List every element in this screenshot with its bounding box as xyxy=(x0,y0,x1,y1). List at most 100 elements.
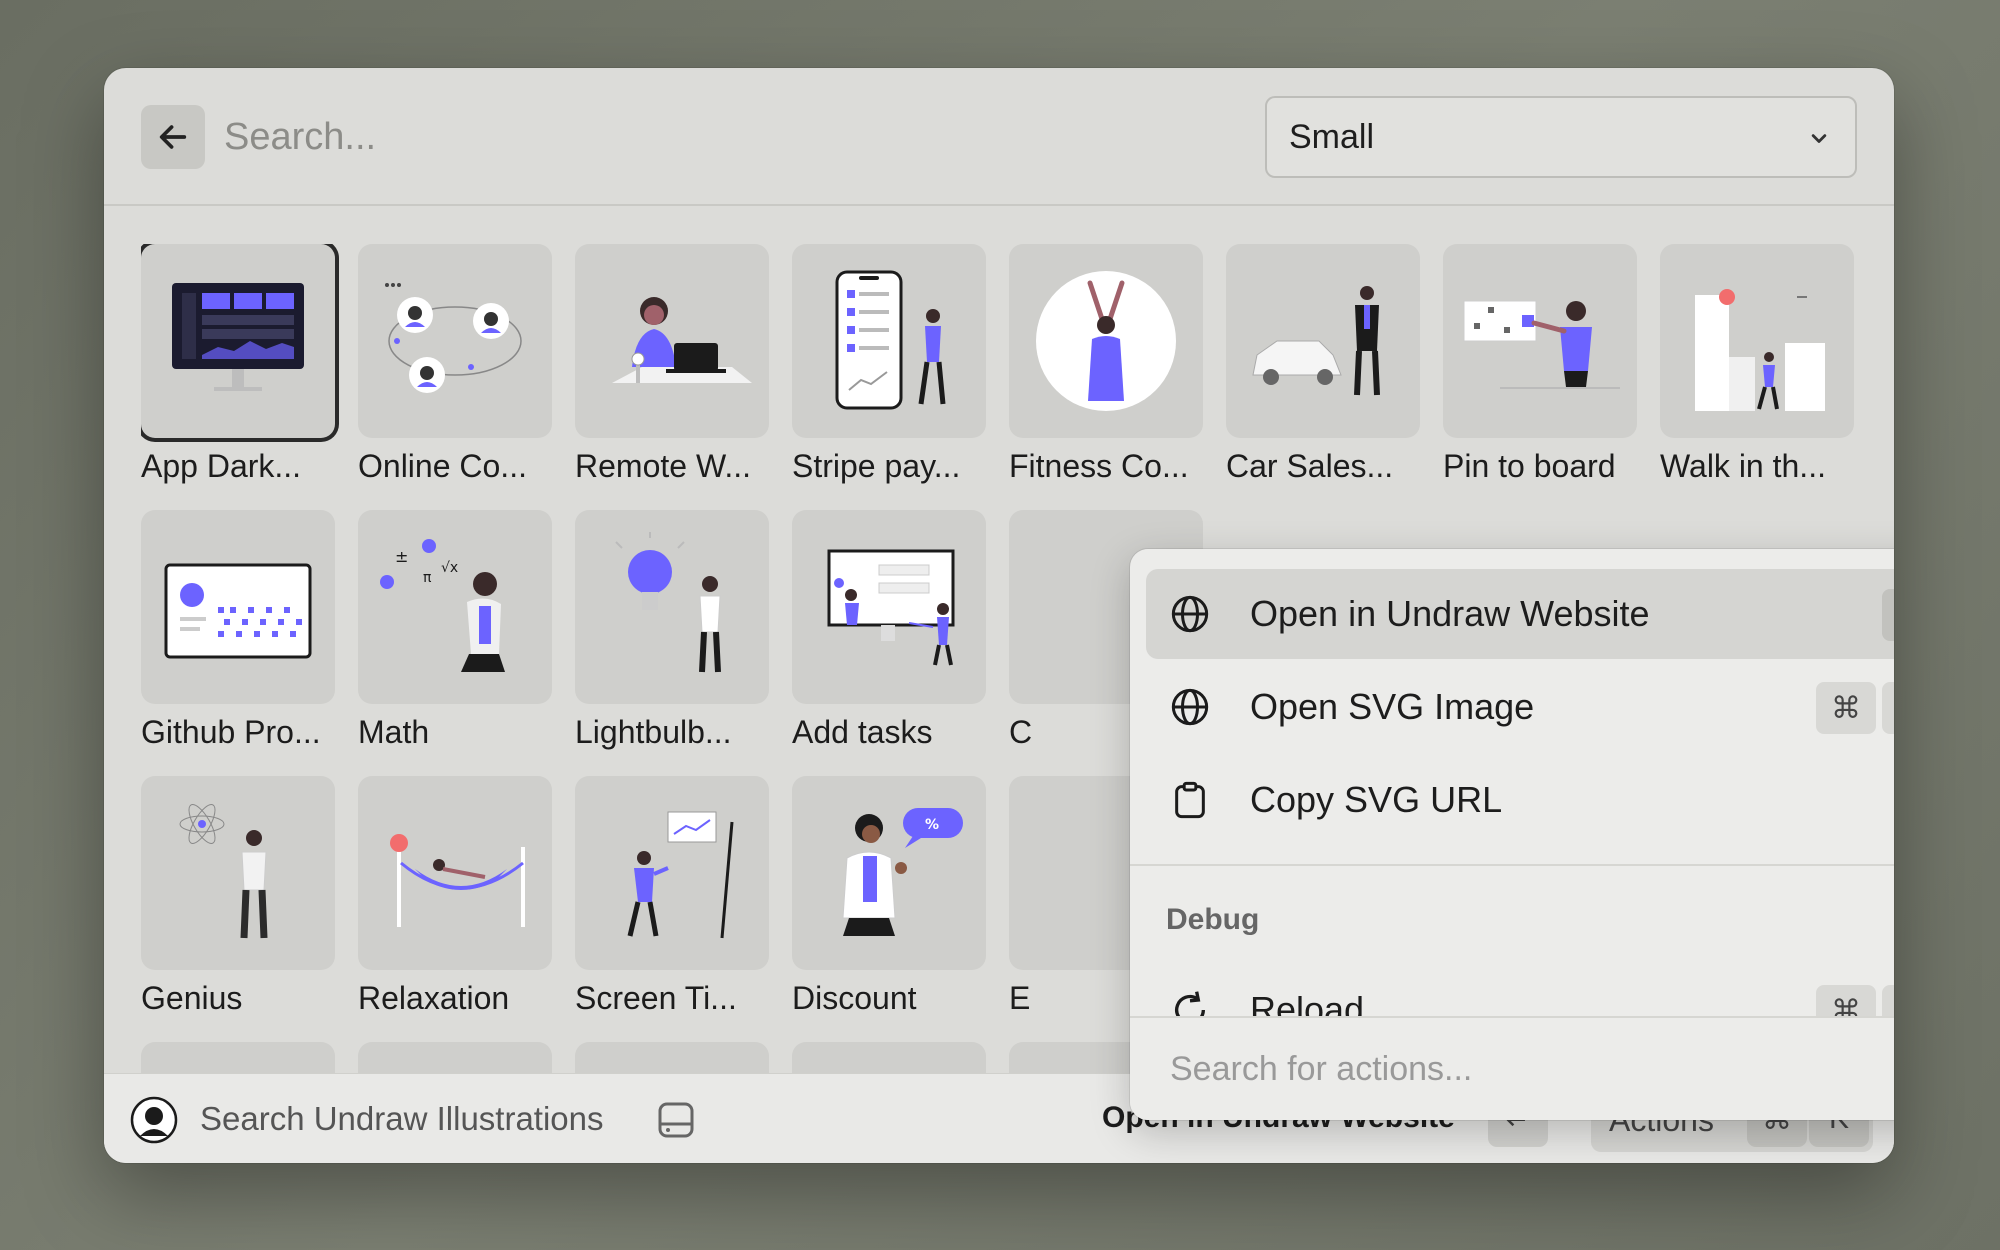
github-profile-illustration xyxy=(164,563,312,659)
illustration-thumbnail[interactable]: ± π √x xyxy=(358,510,552,704)
online-community-illustration xyxy=(385,283,522,393)
action-search-input[interactable] xyxy=(1170,1044,1894,1094)
globe-icon xyxy=(1171,688,1209,726)
menu-divider xyxy=(1130,864,1894,866)
illustration-label: Github Pro... xyxy=(141,714,321,750)
grid-item[interactable]: Github Pro... xyxy=(141,510,335,751)
genius-illustration xyxy=(179,804,268,939)
illustration-label: Stripe pay... xyxy=(792,448,961,484)
illustration-label: App Dark... xyxy=(141,448,302,484)
illustration-label: Discount xyxy=(792,980,917,1016)
action-label: Open SVG Image xyxy=(1250,686,1535,727)
action-panel: Open in Undraw Website ↵ Open SVG Image … xyxy=(1130,549,1894,1120)
return-key-badge: ↵ xyxy=(1882,682,1894,734)
grid-item[interactable]: Walk in th... xyxy=(1660,244,1854,485)
grid-item[interactable]: Car Sales... xyxy=(1226,244,1420,485)
clipboard-icon xyxy=(1175,781,1205,819)
illustration-thumbnail[interactable] xyxy=(1226,244,1420,438)
globe-icon xyxy=(1171,595,1209,633)
top-bar: Small xyxy=(104,68,1894,206)
svg-text:%: % xyxy=(925,817,939,833)
back-button[interactable] xyxy=(141,105,205,169)
illustration-label: Screen Ti... xyxy=(575,980,737,1016)
illustration-label: Lightbulb... xyxy=(575,714,732,750)
grid-item[interactable]: % Discount xyxy=(792,776,986,1017)
illustration-thumbnail[interactable] xyxy=(1009,244,1203,438)
r-key-badge: R xyxy=(1882,985,1894,1019)
illustration-thumbnail[interactable] xyxy=(575,510,769,704)
screen-time-illustration xyxy=(627,811,734,939)
illustration-label: Car Sales... xyxy=(1226,448,1394,484)
action-reload[interactable]: Reload ⌘ R xyxy=(1146,969,1894,1019)
storage-drive-icon xyxy=(658,1102,694,1138)
action-open-in-undraw-website[interactable]: Open in Undraw Website ↵ xyxy=(1146,569,1894,659)
grid-item[interactable]: Genius xyxy=(141,776,335,1017)
car-sales-illustration xyxy=(1252,286,1380,396)
pin-to-board-illustration xyxy=(1463,300,1620,389)
grid-item[interactable]: Remote W... xyxy=(575,244,769,485)
grid-item[interactable]: ± π √x Math xyxy=(358,510,552,751)
menu-scroll-area: Reload ⌘ R xyxy=(1130,969,1894,1019)
reload-icon xyxy=(1175,991,1205,1019)
illustration-thumbnail[interactable] xyxy=(141,244,335,438)
command-key-badge: ⌘ xyxy=(1816,682,1876,734)
illustration-thumbnail[interactable] xyxy=(575,776,769,970)
fitness-illustration xyxy=(1036,271,1176,411)
lightbulb-illustration xyxy=(615,532,721,673)
illustration-thumbnail[interactable] xyxy=(358,244,552,438)
illustration-thumbnail[interactable] xyxy=(141,510,335,704)
illustration-label: Fitness Co... xyxy=(1009,448,1189,484)
arrow-left-icon xyxy=(159,125,187,149)
action-copy-svg-url[interactable]: Copy SVG URL xyxy=(1146,755,1894,845)
grid-item[interactable]: Online Co... xyxy=(358,244,552,485)
add-tasks-illustration xyxy=(827,549,955,666)
grid-item[interactable]: Fitness Co... xyxy=(1009,244,1203,485)
illustration-label: Online Co... xyxy=(358,448,527,484)
illustration-thumbnail[interactable] xyxy=(1443,244,1637,438)
chevron-down-icon xyxy=(1811,134,1827,143)
illustration-label: Relaxation xyxy=(358,980,510,1016)
debug-section-title: Debug xyxy=(1166,903,1260,936)
action-label: Copy SVG URL xyxy=(1250,779,1503,820)
grid-item[interactable]: Stripe pay... xyxy=(792,244,986,485)
math-illustration: ± π √x xyxy=(380,539,505,672)
illustration-thumbnail[interactable]: % xyxy=(792,776,986,970)
search-input[interactable] xyxy=(224,104,1124,170)
grid-item[interactable]: Add tasks xyxy=(792,510,986,751)
action-label: Open in Undraw Website xyxy=(1250,593,1650,634)
discount-illustration: % xyxy=(842,808,963,936)
illustration-thumbnail[interactable] xyxy=(1660,244,1854,438)
illustration-thumbnail[interactable] xyxy=(792,244,986,438)
grid-item[interactable]: App Dark... xyxy=(141,244,335,485)
illustration-label: Walk in th... xyxy=(1660,448,1826,484)
illustration-thumbnail[interactable] xyxy=(575,244,769,438)
raycast-window: Small xyxy=(104,68,1894,1163)
size-dropdown[interactable]: Small xyxy=(1265,96,1857,178)
size-dropdown-value: Small xyxy=(1289,117,1375,156)
grid-item[interactable]: Relaxation xyxy=(358,776,552,1017)
grid-item[interactable]: Screen Ti... xyxy=(575,776,769,1017)
svg-text:√x: √x xyxy=(441,560,458,576)
stripe-payment-illustration xyxy=(835,270,946,410)
illustration-label: Remote W... xyxy=(575,448,752,484)
walk-in-the-city-illustration xyxy=(1695,289,1825,411)
illustration-thumbnail[interactable] xyxy=(358,776,552,970)
extension-avatar-icon xyxy=(130,1096,178,1144)
action-search-container xyxy=(1130,1016,1894,1120)
grid-item[interactable]: Lightbulb... xyxy=(575,510,769,751)
remote-work-illustration xyxy=(612,297,752,383)
grid-item[interactable]: Pin to board xyxy=(1443,244,1637,485)
illustration-label: Add tasks xyxy=(792,714,933,750)
app-dark-illustration xyxy=(172,283,304,391)
illustration-thumbnail[interactable] xyxy=(792,510,986,704)
illustration-label: Pin to board xyxy=(1443,448,1616,484)
svg-text:π: π xyxy=(423,570,432,586)
extension-title: Search Undraw Illustrations xyxy=(200,1100,604,1137)
return-key-badge: ↵ xyxy=(1882,589,1894,641)
command-key-badge: ⌘ xyxy=(1816,985,1876,1019)
relaxation-illustration xyxy=(390,834,525,927)
illustration-label: Math xyxy=(358,714,430,750)
action-open-svg-image[interactable]: Open SVG Image ⌘ ↵ xyxy=(1146,662,1894,752)
action-label: Reload xyxy=(1250,989,1365,1019)
illustration-thumbnail[interactable] xyxy=(141,776,335,970)
